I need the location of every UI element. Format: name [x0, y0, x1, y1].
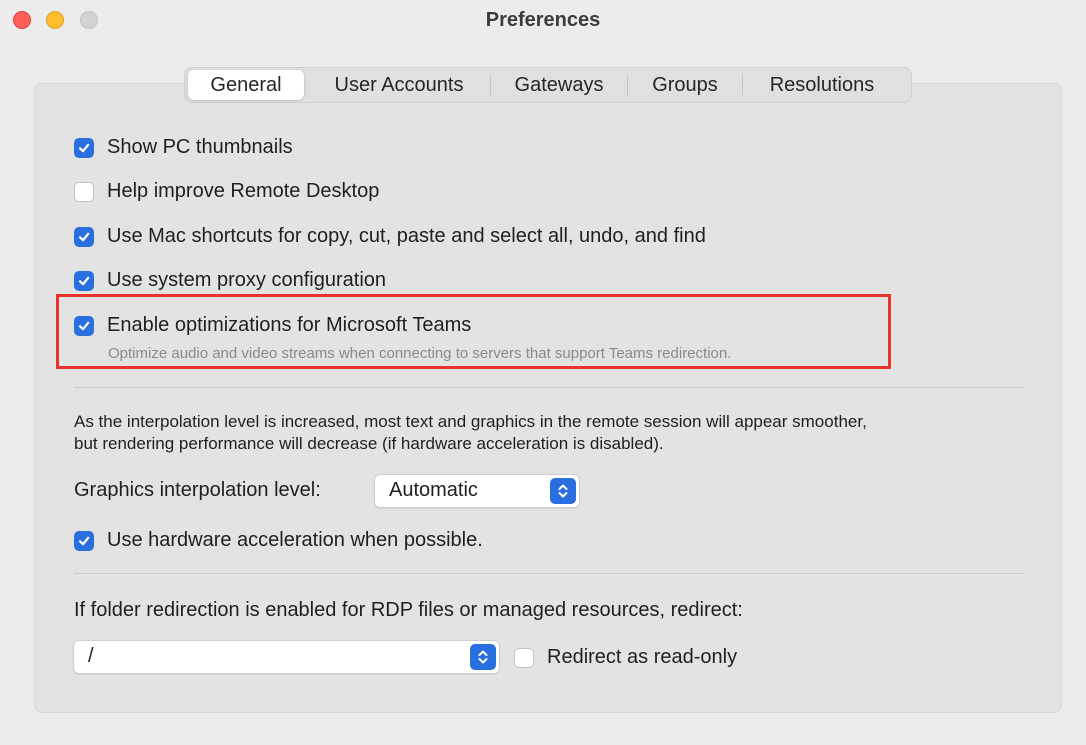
- help-improve-label: Help improve Remote Desktop: [107, 180, 380, 202]
- checkmark-icon: [78, 143, 90, 152]
- checkmark-icon: [78, 276, 90, 285]
- section-divider: [74, 387, 1025, 388]
- checkmark-icon: [78, 321, 90, 330]
- tab-user-accounts[interactable]: User Accounts: [308, 70, 490, 100]
- system-proxy-label: Use system proxy configuration: [107, 269, 387, 291]
- tab-bar: General User Accounts Gateways Groups Re…: [184, 67, 912, 103]
- read-only-checkbox[interactable]: [514, 647, 534, 668]
- system-proxy-checkbox[interactable]: [74, 270, 94, 291]
- option-mac-shortcuts[interactable]: Use Mac shortcuts for copy, cut, paste a…: [74, 225, 706, 248]
- chevron-updown-icon: [470, 644, 496, 670]
- section-divider: [74, 573, 1025, 574]
- title-bar: Preferences: [0, 0, 1086, 44]
- option-show-thumbnails[interactable]: Show PC thumbnails: [74, 136, 293, 159]
- option-teams-optimizations[interactable]: Enable optimizations for Microsoft Teams: [74, 314, 471, 337]
- option-read-only[interactable]: Redirect as read-only: [514, 646, 737, 669]
- interpolation-level-value: Automatic: [389, 479, 478, 501]
- checkmark-icon: [78, 536, 90, 545]
- folder-redirection-label: If folder redirection is enabled for RDP…: [74, 599, 743, 621]
- redirect-path-value: /: [88, 645, 94, 667]
- option-hardware-acceleration[interactable]: Use hardware acceleration when possible.: [74, 529, 483, 552]
- show-thumbnails-label: Show PC thumbnails: [107, 136, 293, 158]
- checkmark-icon: [78, 232, 90, 241]
- help-improve-checkbox[interactable]: [74, 181, 94, 202]
- redirect-path-select[interactable]: /: [73, 640, 500, 674]
- window-title: Preferences: [485, 9, 601, 31]
- mac-shortcuts-checkbox[interactable]: [74, 226, 94, 247]
- hardware-acceleration-label: Use hardware acceleration when possible.: [107, 529, 483, 551]
- chevron-updown-icon: [550, 478, 576, 504]
- interpolation-info-text: As the interpolation level is increased,…: [74, 411, 1034, 455]
- hardware-acceleration-checkbox[interactable]: [74, 530, 94, 551]
- show-thumbnails-checkbox[interactable]: [74, 137, 94, 158]
- read-only-label: Redirect as read-only: [547, 646, 738, 668]
- teams-optimizations-checkbox[interactable]: [74, 315, 94, 336]
- tab-resolutions[interactable]: Resolutions: [743, 70, 901, 100]
- interpolation-info-line-2: but rendering performance will decrease …: [74, 434, 664, 453]
- tab-general[interactable]: General: [188, 70, 304, 100]
- option-system-proxy[interactable]: Use system proxy configuration: [74, 269, 386, 292]
- option-help-improve[interactable]: Help improve Remote Desktop: [74, 180, 379, 203]
- teams-optimizations-label: Enable optimizations for Microsoft Teams: [107, 314, 472, 336]
- tab-groups[interactable]: Groups: [628, 70, 742, 100]
- mac-shortcuts-label: Use Mac shortcuts for copy, cut, paste a…: [107, 225, 706, 247]
- interpolation-label: Graphics interpolation level:: [74, 479, 321, 501]
- tab-gateways[interactable]: Gateways: [491, 70, 627, 100]
- interpolation-level-select[interactable]: Automatic: [374, 474, 580, 508]
- interpolation-info-line-1: As the interpolation level is increased,…: [74, 412, 867, 431]
- teams-optimizations-description: Optimize audio and video streams when co…: [108, 345, 732, 362]
